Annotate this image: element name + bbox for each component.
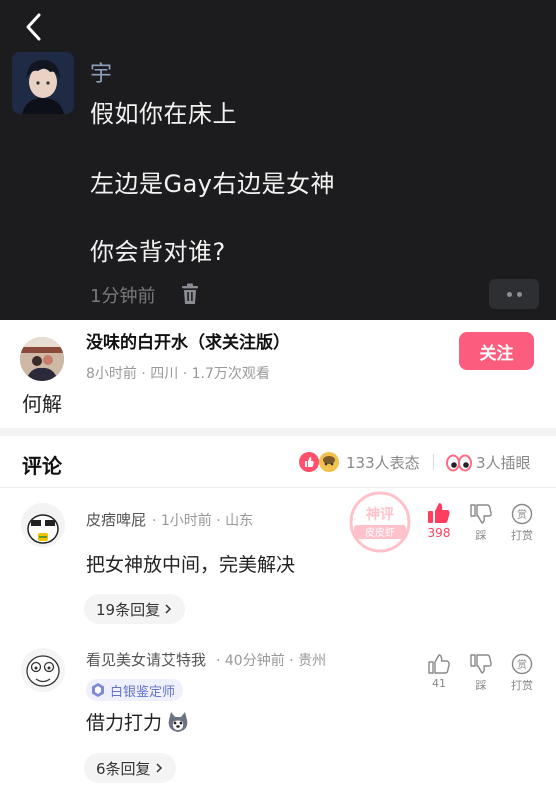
dot-icon [516, 291, 522, 297]
like-count: 398 [427, 526, 451, 540]
more-options-button[interactable] [489, 279, 539, 309]
replies-count: 19条回复 [96, 600, 161, 619]
tip-label: 打赏 [511, 679, 533, 692]
post-text-line-3: 你会背对谁? [90, 238, 226, 266]
comment-username[interactable]: 看见美女请艾特我 [86, 649, 206, 670]
header-separator [433, 454, 434, 470]
tip-label: 打赏 [511, 529, 533, 542]
post-author-name[interactable]: 宇 [90, 56, 112, 88]
back-arrow-icon[interactable] [20, 12, 48, 42]
dislike-label: 踩 [475, 679, 487, 692]
comment-username[interactable]: 皮痞啤屁 [86, 509, 146, 530]
post-text-line-1: 假如你在床上 [90, 100, 237, 128]
thumbs-down-icon [470, 654, 492, 674]
reaction-icons[interactable] [298, 451, 342, 473]
post-author-avatar[interactable] [12, 52, 74, 114]
section-divider [0, 428, 556, 436]
post-caption: 何解 [22, 392, 62, 416]
chevron-right-icon [165, 604, 172, 614]
like-count: 41 [432, 677, 446, 690]
header-divider [0, 487, 556, 488]
comment-text: 借力打力 [86, 712, 163, 734]
hexagon-badge-icon [92, 683, 104, 697]
dislike-button[interactable]: 踩 [465, 503, 497, 543]
tip-button[interactable]: 赏 打赏 [506, 503, 538, 543]
post-panel: 宇 假如你在床上 左边是Gay右边是女神 你会背对谁? 1分钟前 [0, 0, 556, 320]
top-comment-stamp: 神评 皮皮虾 [349, 491, 411, 553]
anime-portrait-icon [12, 52, 74, 114]
follow-button[interactable]: 关注 [459, 332, 534, 370]
tip-coin-icon: 赏 [511, 653, 533, 675]
penguin-meme-icon [21, 503, 65, 547]
post-text-line-2: 左边是Gay右边是女神 [90, 170, 336, 198]
replies-count: 6条回复 [96, 759, 151, 778]
post-time: 1分钟前 [90, 286, 156, 307]
husky-emoji-icon [168, 711, 188, 732]
eyes-icon[interactable] [446, 452, 472, 472]
couple-photo-icon [20, 337, 64, 381]
view-replies-button[interactable]: 6条回复 [84, 753, 176, 783]
view-replies-button[interactable]: 19条回复 [84, 594, 186, 624]
comment-meta: · 40分钟前 · 贵州 [216, 653, 327, 669]
thumbs-down-icon [470, 504, 492, 524]
sketch-face-icon [21, 648, 65, 692]
stamp-bottom-text: 皮皮虾 [365, 526, 395, 539]
comments-title: 评论 [22, 454, 62, 478]
comment-text-row: 借力打力 [86, 708, 190, 735]
trash-icon[interactable] [180, 283, 200, 305]
dot-icon [506, 291, 512, 297]
uploader-avatar[interactable] [20, 337, 64, 381]
svg-text:赏: 赏 [517, 509, 527, 521]
reactions-count[interactable]: 133人表态 [346, 452, 420, 473]
dislike-button[interactable]: 踩 [465, 653, 497, 693]
stamp-top-text: 神评 [366, 506, 394, 523]
thumbs-up-filled-icon [428, 503, 450, 523]
uploader-name[interactable]: 没味的白开水（求关注版） [86, 328, 290, 353]
dislike-label: 踩 [475, 529, 487, 542]
comment-avatar[interactable] [21, 503, 65, 547]
comment-meta: · 1小时前 · 山东 [152, 513, 254, 529]
comment-text: 把女神放中间，完美解决 [86, 554, 296, 576]
user-rank-badge[interactable]: 白银鉴定师 [86, 679, 184, 701]
thumbs-up-icon [428, 654, 450, 674]
insert-eyes-count[interactable]: 3人插眼 [476, 452, 531, 473]
like-button[interactable]: 41 [423, 653, 455, 690]
tip-button[interactable]: 赏 打赏 [506, 653, 538, 693]
uploader-meta: 8小时前 · 四川 · 1.7万次观看 [86, 366, 270, 382]
chevron-right-icon [156, 763, 162, 773]
comment-avatar[interactable] [21, 648, 65, 692]
like-button[interactable]: 398 [423, 502, 455, 540]
tip-coin-icon: 赏 [511, 503, 533, 525]
badge-label: 白银鉴定师 [110, 684, 176, 700]
svg-text:赏: 赏 [517, 659, 527, 671]
